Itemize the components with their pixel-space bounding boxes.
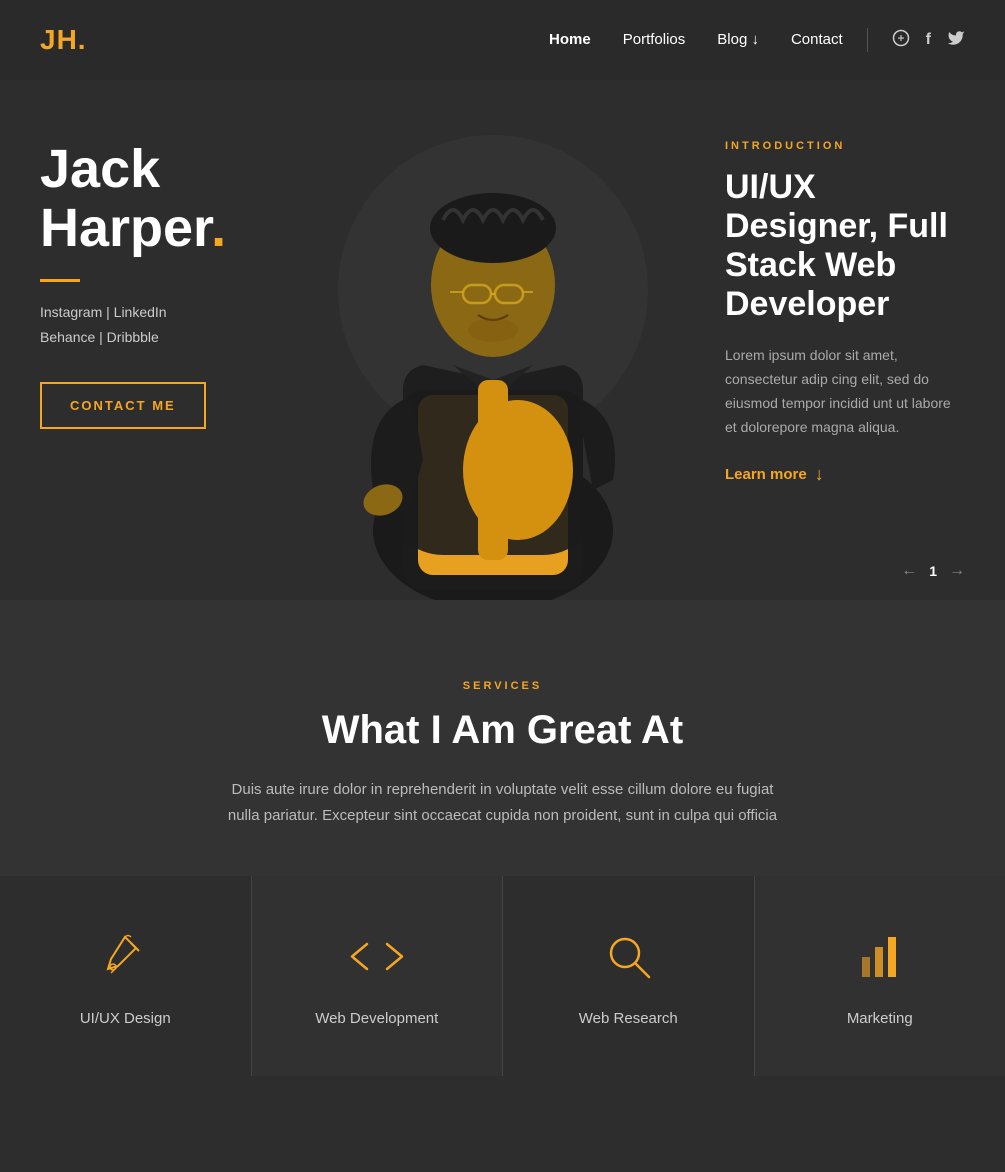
service-card-uiux: UI/UX Design bbox=[0, 876, 252, 1076]
service-name-uiux: UI/UX Design bbox=[80, 1010, 171, 1027]
nav-right: Home Portfolios Blog ↓ Contact f bbox=[549, 28, 965, 52]
hero-divider bbox=[40, 279, 80, 282]
nav-links: Home Portfolios Blog ↓ Contact bbox=[549, 31, 843, 49]
nav-link-home[interactable]: Home bbox=[549, 31, 591, 48]
services-description: Duis aute irure dolor in reprehenderit i… bbox=[223, 777, 783, 828]
hero-links-line1: Instagram | LinkedIn bbox=[40, 300, 240, 325]
hero-right: INTRODUCTION UI/UX Designer, Full Stack … bbox=[705, 80, 1005, 600]
slide-number: 1 bbox=[929, 563, 937, 579]
service-card-marketing: Marketing bbox=[755, 876, 1005, 1076]
hero-social-links: Instagram | LinkedIn Behance | Dribbble bbox=[40, 300, 240, 350]
services-title: What I Am Great At bbox=[40, 708, 965, 753]
nav-item-home[interactable]: Home bbox=[549, 31, 591, 49]
nav-divider bbox=[867, 28, 868, 52]
slide-counter: ← 1 → bbox=[901, 562, 965, 580]
hero-name-dot: . bbox=[211, 198, 226, 258]
hero-section: Jack Harper. Instagram | LinkedIn Behanc… bbox=[0, 80, 1005, 600]
search-icon bbox=[601, 926, 656, 986]
intro-label: INTRODUCTION bbox=[725, 140, 965, 152]
service-cards-container: UI/UX Design Web Development Web Researc… bbox=[0, 876, 1005, 1076]
learn-more-link[interactable]: Learn more ↓ bbox=[725, 464, 965, 485]
navbar: JH. Home Portfolios Blog ↓ Contact f bbox=[0, 0, 1005, 80]
hero-name-last: Harper bbox=[40, 198, 211, 258]
service-card-webdev: Web Development bbox=[252, 876, 504, 1076]
nav-link-contact[interactable]: Contact bbox=[791, 31, 843, 48]
code-icon bbox=[347, 926, 407, 986]
hero-name: Jack Harper. bbox=[40, 140, 240, 259]
intro-title: UI/UX Designer, Full Stack Web Developer bbox=[725, 168, 965, 324]
prev-slide-button[interactable]: ← bbox=[901, 562, 917, 580]
hero-image-area bbox=[280, 80, 705, 600]
chart-icon bbox=[852, 926, 907, 986]
twitter-icon[interactable] bbox=[947, 29, 965, 51]
hero-links-line2: Behance | Dribbble bbox=[40, 325, 240, 350]
nav-link-portfolios[interactable]: Portfolios bbox=[623, 31, 686, 48]
facebook-icon[interactable]: f bbox=[926, 31, 931, 49]
service-name-research: Web Research bbox=[579, 1010, 678, 1027]
hero-left: Jack Harper. Instagram | LinkedIn Behanc… bbox=[0, 80, 280, 600]
learn-more-text: Learn more bbox=[725, 466, 807, 483]
service-card-research: Web Research bbox=[503, 876, 755, 1076]
nav-link-blog[interactable]: Blog ↓ bbox=[717, 31, 759, 48]
next-slide-button[interactable]: → bbox=[949, 562, 965, 580]
learn-more-arrow-icon: ↓ bbox=[815, 464, 824, 485]
logo-dot: . bbox=[78, 24, 87, 55]
hero-name-first: Jack bbox=[40, 139, 160, 199]
hero-person-illustration bbox=[323, 110, 663, 600]
intro-description: Lorem ipsum dolor sit amet, consectetur … bbox=[725, 344, 965, 439]
nav-item-portfolios[interactable]: Portfolios bbox=[623, 31, 686, 49]
logo-text: JH bbox=[40, 24, 78, 55]
contact-me-button[interactable]: CONTACT ME bbox=[40, 382, 206, 429]
nav-item-blog[interactable]: Blog ↓ bbox=[717, 31, 759, 49]
service-name-marketing: Marketing bbox=[847, 1010, 913, 1027]
service-name-webdev: Web Development bbox=[315, 1010, 438, 1027]
skype-icon[interactable] bbox=[892, 29, 910, 52]
pen-icon bbox=[98, 926, 153, 986]
services-section: SERVICES What I Am Great At Duis aute ir… bbox=[0, 600, 1005, 1076]
logo[interactable]: JH. bbox=[40, 24, 87, 56]
nav-item-contact[interactable]: Contact bbox=[791, 31, 843, 49]
services-label: SERVICES bbox=[40, 680, 965, 692]
nav-icons: f bbox=[892, 29, 965, 52]
